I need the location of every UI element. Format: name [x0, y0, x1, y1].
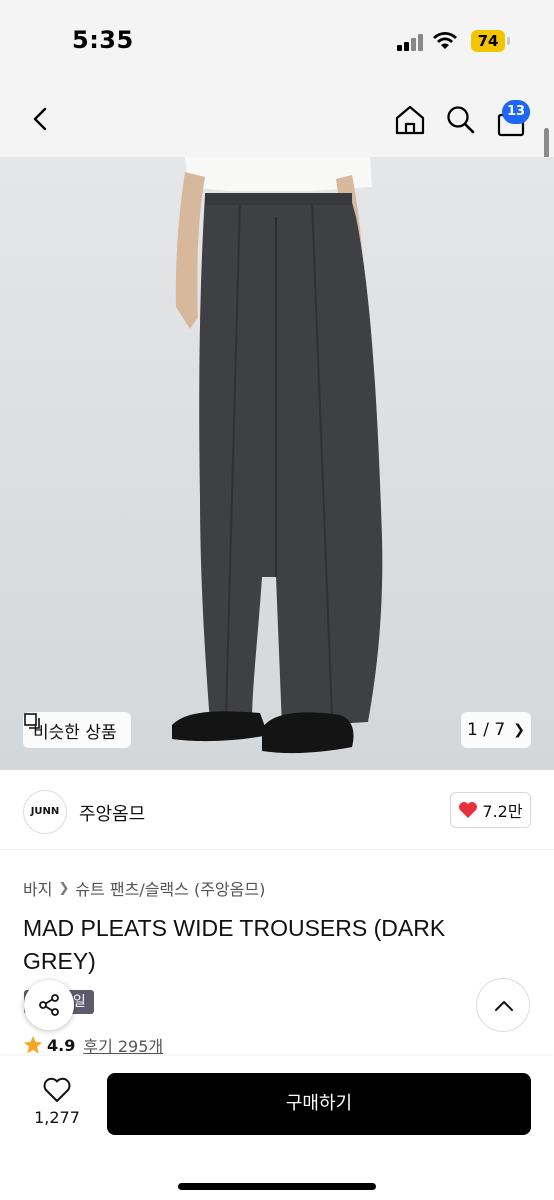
breadcrumb-subcategory[interactable]: 슈트 팬츠/슬랙스 (주앙옴므) [75, 876, 265, 900]
brand-logo[interactable]: JUNN [23, 790, 67, 834]
review-count-link[interactable]: 후기 295개 [83, 1033, 163, 1057]
breadcrumb-category[interactable]: 바지 [23, 876, 52, 900]
wifi-icon [433, 32, 457, 49]
similar-products-button[interactable]: 비슷한 상품 [23, 712, 131, 748]
star-icon [24, 1036, 42, 1054]
brand-like-count: 7.2만 [482, 802, 523, 821]
scroll-to-top-button[interactable] [476, 978, 530, 1032]
similar-products-label: 비슷한 상품 [33, 722, 117, 743]
heart-outline-icon[interactable] [42, 1076, 72, 1104]
buy-button[interactable]: 구매하기 [107, 1073, 531, 1135]
page-indicator: 1 / 7 [467, 720, 506, 740]
similar-items-icon [24, 713, 40, 729]
home-icon[interactable] [392, 102, 428, 138]
heart-icon [459, 802, 478, 818]
brand-like-button[interactable]: 7.2만 [450, 792, 531, 828]
status-bar: 5:35 74 [0, 0, 554, 84]
bottom-action-bar: 1,277 구매하기 [0, 1056, 554, 1200]
product-photo [172, 157, 383, 754]
chevron-left-icon[interactable] [24, 102, 58, 136]
home-indicator[interactable] [178, 1183, 376, 1190]
breadcrumb: 바지 ❯ 슈트 팬츠/슬랙스 (주앙옴므) [23, 876, 265, 900]
wish-count: 1,277 [34, 1108, 80, 1127]
share-icon [39, 994, 59, 1016]
chevron-right-icon: ❯ [58, 880, 70, 896]
status-time: 5:35 [72, 26, 134, 54]
product-image[interactable]: 비슷한 상품 1 / 7 ❯ [0, 157, 554, 770]
cart-count-badge: 13 [502, 100, 530, 124]
signal-icon [397, 33, 427, 51]
chevron-up-icon [495, 1001, 513, 1011]
rating-value: 4.9 [47, 1035, 76, 1055]
search-icon[interactable] [442, 102, 478, 138]
image-pager[interactable]: 1 / 7 ❯ [461, 712, 531, 748]
nav-bar [0, 84, 554, 157]
product-title: MAD PLEATS WIDE TROUSERS (DARK GREY) [23, 915, 446, 974]
chevron-right-icon: ❯ [513, 722, 525, 738]
rating-row: 4.9 후기 295개 [23, 1033, 163, 1057]
brand-row: JUNN 주앙옴므 7.2만 [0, 770, 554, 850]
brand-name[interactable]: 주앙옴므 [79, 800, 145, 826]
share-button[interactable] [24, 980, 74, 1030]
battery-tip [507, 37, 510, 45]
battery-indicator: 74 [471, 30, 505, 52]
